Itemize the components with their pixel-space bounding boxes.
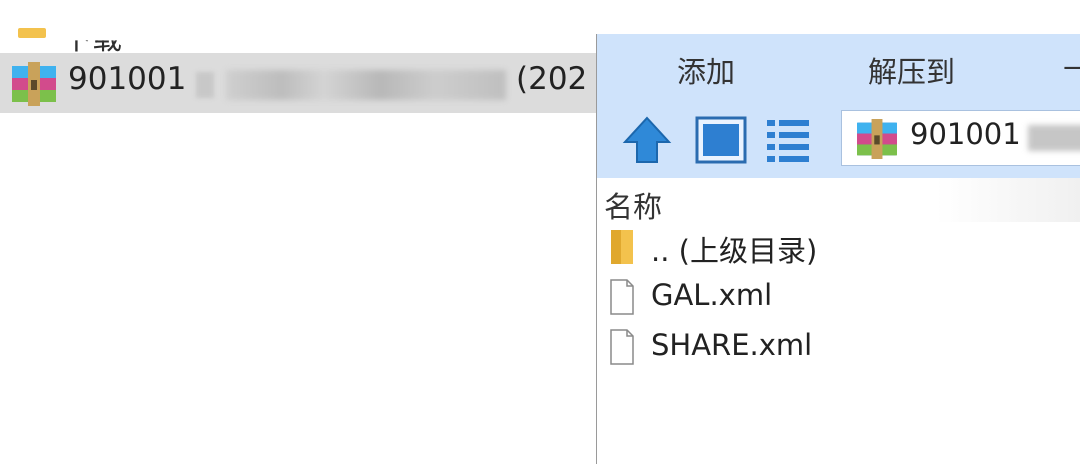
redacted-text <box>1028 125 1080 151</box>
menu-item-partial[interactable]: — <box>1063 49 1080 83</box>
file-icon <box>610 329 634 365</box>
redacted-text <box>196 72 214 98</box>
list-item-label: .. (上级目录) <box>651 234 818 268</box>
archive-name-suffix: (202 <box>516 61 588 97</box>
list-item-label: SHARE.xml <box>651 328 813 362</box>
archive-name-prefix: 901001 <box>68 61 187 97</box>
column-header-name[interactable]: 名称 <box>597 178 1080 224</box>
winrar-archive-icon <box>857 119 897 159</box>
details-view-icon[interactable] <box>761 112 817 168</box>
list-item-file[interactable]: GAL.xml <box>597 274 1080 324</box>
large-icons-view-icon[interactable] <box>693 112 749 168</box>
address-path: 901001 <box>910 117 1021 151</box>
file-explorer-pane: 下载 901001 (202 <box>0 0 597 464</box>
folder-icon <box>18 28 46 38</box>
menu-extract-to[interactable]: 解压到 <box>868 49 955 91</box>
column-header-label: 名称 <box>604 190 663 224</box>
menu-add[interactable]: 添加 <box>677 49 735 91</box>
selected-archive-row[interactable]: 901001 (202 <box>0 53 597 113</box>
list-item-file[interactable]: SHARE.xml <box>597 324 1080 374</box>
list-item-parent-dir[interactable]: .. (上级目录) <box>597 224 1080 274</box>
explorer-item-partial[interactable]: 下载 <box>0 0 597 57</box>
explorer-item-label: 下载 <box>62 22 122 57</box>
file-icon <box>610 279 634 315</box>
archive-toolbar: 901001 <box>597 100 1080 178</box>
redacted-text <box>226 70 506 100</box>
list-item-label: GAL.xml <box>651 278 773 312</box>
winrar-archive-icon <box>12 62 56 106</box>
address-bar[interactable]: 901001 <box>841 110 1080 166</box>
archive-window: 添加 解压到 — 901001 <box>596 34 1080 464</box>
archive-menubar: 添加 解压到 — <box>597 34 1080 100</box>
arrow-up-icon[interactable] <box>619 112 675 168</box>
folder-icon <box>611 230 633 264</box>
